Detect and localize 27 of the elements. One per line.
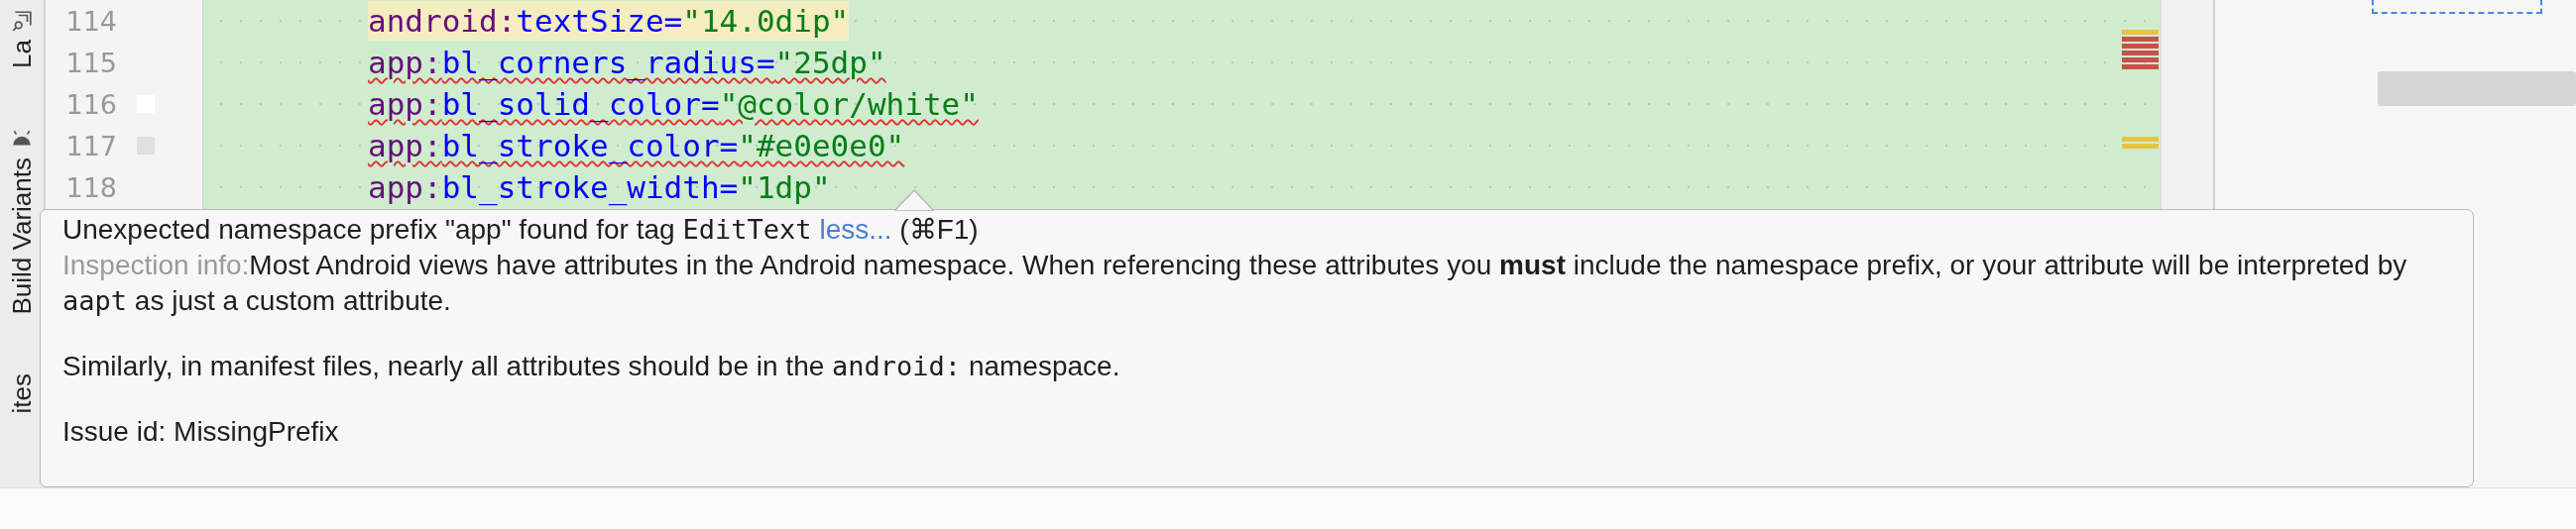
error-marker[interactable] bbox=[2122, 64, 2159, 69]
error-marker[interactable] bbox=[2122, 37, 2159, 42]
line-number: 116 bbox=[64, 88, 117, 120]
error-marker[interactable] bbox=[2122, 51, 2159, 55]
tool-window-tab[interactable]: ites bbox=[6, 373, 38, 414]
layers-search-icon bbox=[11, 10, 33, 32]
inspection-text: Similarly, in manifest files, nearly all attributes should be in the android: namespace. bbox=[62, 350, 1121, 383]
warning-marker[interactable] bbox=[2122, 144, 2159, 149]
inspection-text: Issue id: MissingPrefix bbox=[62, 415, 340, 449]
error-marker[interactable] bbox=[2122, 44, 2159, 49]
less-link[interactable]: less... bbox=[819, 214, 892, 245]
code-line: app:bl_solid_color="@color/white" bbox=[368, 85, 979, 124]
code-line: app:bl_stroke_color="#e0e0e0" bbox=[368, 127, 905, 165]
line-number: 117 bbox=[64, 130, 117, 161]
inspection-text: Inspection info:Most Android views have attributes in the Android namespace. When referencing these attributes you must include the namespace prefix, or your attribute will be interpreted by aapt as just a custom attribute. bbox=[62, 249, 2408, 318]
warning-marker[interactable] bbox=[2122, 30, 2159, 35]
warning-marker[interactable] bbox=[2122, 137, 2159, 142]
error-marker[interactable] bbox=[2122, 57, 2159, 62]
code-line: app:bl_corners_radius="25dp" bbox=[368, 44, 886, 82]
inspection-text: Unexpected namespace prefix "app" found for tag EditText less... (⌘F1) bbox=[62, 213, 980, 247]
line-number: 115 bbox=[64, 47, 117, 78]
panel-button[interactable] bbox=[2378, 71, 2576, 106]
line-number: 114 bbox=[64, 5, 117, 37]
code-line: app:bl_stroke_width="1dp" bbox=[368, 168, 831, 207]
line-number: 118 bbox=[64, 171, 117, 203]
tool-window-tab[interactable]: Build Variants bbox=[6, 157, 38, 315]
tool-window-tab[interactable]: La bbox=[6, 40, 38, 68]
